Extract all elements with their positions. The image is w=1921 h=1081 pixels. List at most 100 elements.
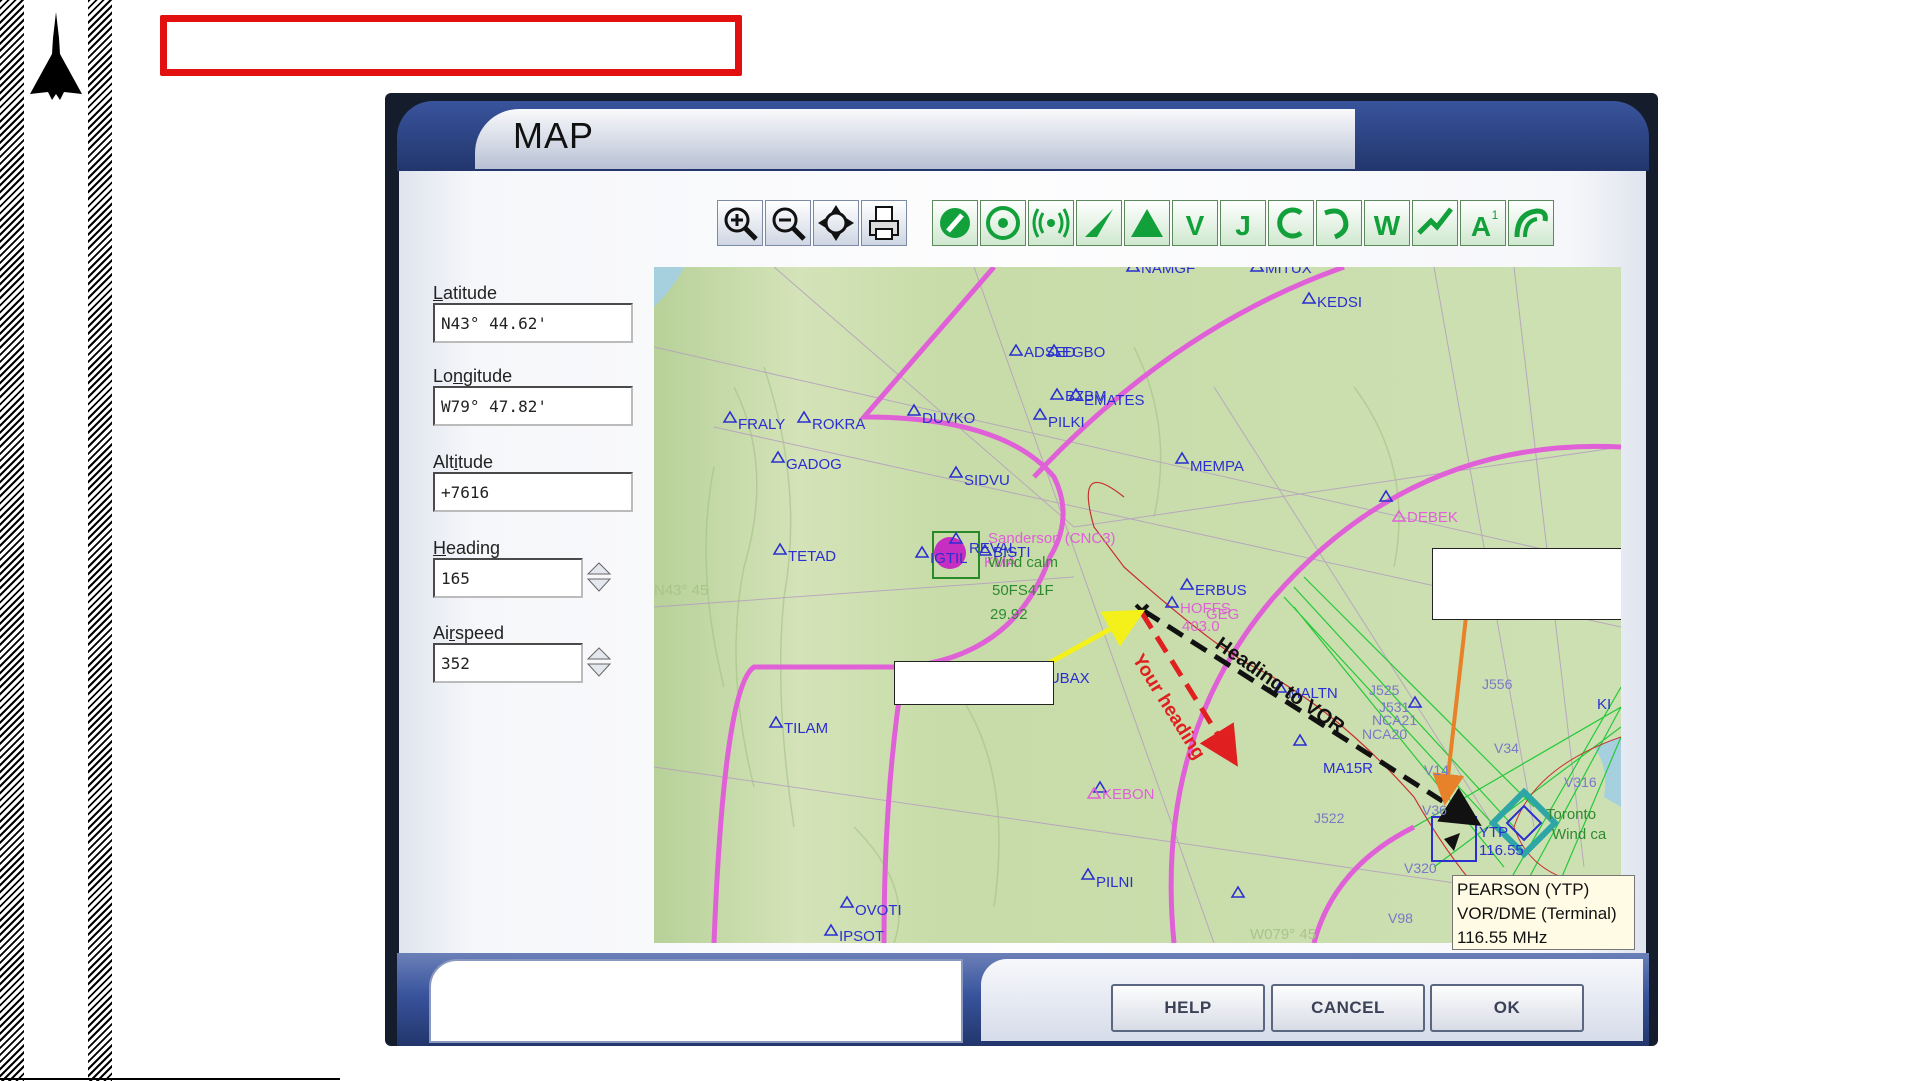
zoom-in-icon[interactable] <box>717 200 763 246</box>
waypoint-label: PILNI <box>1096 874 1134 891</box>
vor-freq: 116.55 <box>1479 842 1524 859</box>
vor-icon[interactable] <box>980 200 1026 246</box>
airway-label: V14 <box>1424 762 1449 778</box>
waypoint-label: KI <box>1597 696 1611 713</box>
tooltip-line: PEARSON (YTP) <box>1457 880 1590 899</box>
bottom-rule <box>0 1078 340 1080</box>
waypoint-label: OVOTI <box>855 902 902 919</box>
weather-icon[interactable]: W <box>1364 200 1410 246</box>
airway-label: J556 <box>1482 676 1513 692</box>
terrain-icon[interactable] <box>1508 200 1554 246</box>
right-hatch-bar <box>88 0 112 1081</box>
waypoint-label: KEDSI <box>1317 294 1362 311</box>
text-label-icon[interactable]: A1 <box>1460 200 1506 246</box>
title-tab <box>475 109 1355 169</box>
waypoint-label: TETAD <box>788 548 836 565</box>
altitude-label: Altitude <box>433 452 494 472</box>
victor-airway-icon[interactable]: V <box>1172 200 1218 246</box>
svg-text:A: A <box>1471 211 1491 242</box>
window-title: MAP <box>513 115 595 156</box>
map-view[interactable]: NAMGF MITUX KEDSI ADSED EGBO BZBM EMATES… <box>654 267 1621 943</box>
heading-spinner[interactable] <box>586 560 612 594</box>
airway-label: V36 <box>1422 802 1447 818</box>
airway-label: NCA21 <box>1372 712 1417 728</box>
airway-label: V320 <box>1404 860 1437 876</box>
toronto-wind: Wind ca <box>1552 826 1607 843</box>
svg-text:1: 1 <box>1492 208 1499 222</box>
waypoint-label: FRALY <box>738 416 785 433</box>
airspace-icon[interactable] <box>1268 200 1314 246</box>
red-highlight-box <box>160 15 742 76</box>
airspeed-field[interactable]: 352 <box>433 643 583 683</box>
vor-ident: YTP <box>1479 824 1508 841</box>
waypoint-label: ERBUS <box>1195 582 1247 599</box>
ok-button[interactable]: OK <box>1430 984 1584 1032</box>
misc-label: GEG <box>1206 606 1239 623</box>
waypoint-label: MA15R <box>1323 760 1373 777</box>
airway-label: V34 <box>1494 740 1519 756</box>
latitude-label: Latitude <box>433 283 498 303</box>
waypoint-label: TILAM <box>784 720 828 737</box>
svg-text:V: V <box>1186 210 1205 241</box>
waypoint-label: EGBO <box>1062 344 1105 361</box>
intersection-icon[interactable] <box>1124 200 1170 246</box>
heading-field[interactable]: 165 <box>433 558 583 598</box>
station-wind: Wind calm <box>988 554 1058 571</box>
map-toolbar-layers: V J W A1 <box>932 200 1554 246</box>
waypoint-label: KEBON <box>1102 786 1155 803</box>
ils-icon[interactable] <box>1076 200 1122 246</box>
tooltip-line: VOR/DME (Terminal) <box>1457 904 1617 923</box>
svg-text:W: W <box>1374 210 1401 241</box>
waypoint-label: ROKRA <box>812 416 865 433</box>
jet-logo-icon <box>26 8 86 103</box>
print-icon[interactable] <box>861 200 907 246</box>
tooltip-line: 116.55 MHz <box>1457 928 1548 947</box>
footer-panel <box>429 959 963 1043</box>
left-hatch-bar <box>0 0 24 1081</box>
station-altimeter: 29.92 <box>990 606 1028 623</box>
longitude-field[interactable]: W79° 47.82' <box>433 386 633 426</box>
airspeed-spinner[interactable] <box>586 645 612 679</box>
ndb-icon[interactable] <box>1028 200 1074 246</box>
center-icon[interactable] <box>813 200 859 246</box>
altitude-field[interactable]: +7616 <box>433 472 633 512</box>
jet-airway-icon[interactable]: J <box>1220 200 1266 246</box>
vor-tooltip: PEARSON (YTP) VOR/DME (Terminal) 116.55 … <box>1452 875 1635 950</box>
waypoint-label: DEBEK <box>1407 509 1458 526</box>
waypoint-label: PILKI <box>1048 414 1085 431</box>
waypoint-label: EMATES <box>1084 392 1145 409</box>
map-dialog: MAP Latitude N43° 44.62' Longitude W79° … <box>385 93 1658 1046</box>
toronto-label: Toronto <box>1546 806 1596 823</box>
airway-label: J525 <box>1369 682 1400 698</box>
route-icon[interactable] <box>1316 200 1362 246</box>
approach-icon[interactable] <box>1412 200 1458 246</box>
waypoint-label: IGTIL <box>930 550 968 567</box>
waypoint-label: GADOG <box>786 456 842 473</box>
station-name: Sanderson (CNC3) <box>988 530 1116 547</box>
help-button[interactable]: HELP <box>1111 984 1265 1032</box>
airway-label: V98 <box>1388 910 1413 926</box>
waypoint-label: NAMGF <box>1141 267 1195 277</box>
airway-label: J522 <box>1314 810 1345 826</box>
airway-label: V316 <box>1564 774 1597 790</box>
waypoint-label: IPSOT <box>839 928 884 943</box>
yellow-callout-box <box>894 661 1054 705</box>
airport-icon[interactable] <box>932 200 978 246</box>
orange-callout-box <box>1432 548 1621 620</box>
svg-text:J: J <box>1235 210 1251 241</box>
airway-label: NCA20 <box>1362 726 1407 742</box>
longitude-label: Longitude <box>433 366 513 386</box>
latitude-field[interactable]: N43° 44.62' <box>433 303 633 343</box>
station-code: 50FS41F <box>992 582 1054 599</box>
waypoint-label: SIDVU <box>964 472 1010 489</box>
airspeed-label: Airspeed <box>433 623 505 643</box>
heading-label: Heading <box>433 538 501 558</box>
lat-grid-label: N43° 45 <box>654 582 708 599</box>
zoom-out-icon[interactable] <box>765 200 811 246</box>
map-toolbar-view <box>717 200 907 246</box>
waypoint-label: DUVKO <box>922 410 975 427</box>
cancel-button[interactable]: CANCEL <box>1271 984 1425 1032</box>
waypoint-label: MEMPA <box>1190 458 1244 475</box>
waypoint-label: MITUX <box>1265 267 1312 277</box>
lon-grid-label: W079° 45 <box>1250 926 1316 943</box>
